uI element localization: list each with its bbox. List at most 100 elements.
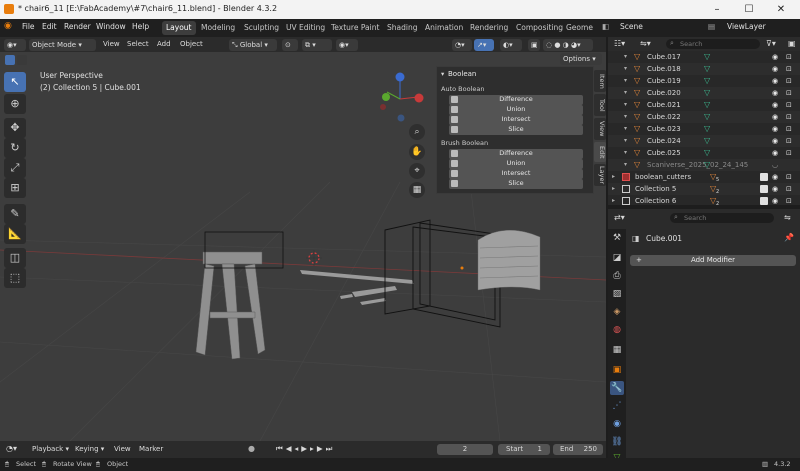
- brush-difference-button[interactable]: Difference: [449, 149, 583, 159]
- outliner-row[interactable]: ▾ ▽ Scaniverse_2025_02_24_145 ▽ ◡: [608, 159, 800, 171]
- timeline-editor-icon[interactable]: ◔▾: [6, 444, 17, 453]
- timeline-menu-playback[interactable]: Playback ▾: [32, 445, 69, 453]
- editor-type-button[interactable]: ◉▾: [4, 38, 26, 51]
- output-tab-icon[interactable]: ⎙: [610, 269, 624, 283]
- blender-menu-icon[interactable]: ◉: [4, 21, 12, 31]
- eye-icon[interactable]: ◉: [772, 99, 778, 111]
- timeline-menu-keying[interactable]: Keying ▾: [75, 445, 104, 453]
- expand-arrow-icon[interactable]: ▾: [624, 123, 627, 135]
- timeline-menu-view[interactable]: View: [114, 445, 131, 453]
- select-box-mode-icon[interactable]: [5, 55, 15, 65]
- camera-view-icon[interactable]: ⌖: [409, 163, 425, 179]
- viewlayer-icon[interactable]: ▤: [708, 22, 715, 31]
- expand-arrow-icon[interactable]: ▾: [624, 111, 627, 123]
- side-tab-view[interactable]: View: [594, 118, 606, 140]
- shading-modes[interactable]: ◌ ● ◑ ◕▾: [543, 38, 593, 51]
- brush-union-button[interactable]: Union: [449, 159, 583, 169]
- side-tab-tool[interactable]: Tool: [594, 94, 606, 116]
- overlay-toggle-icon[interactable]: ◐▾: [500, 38, 522, 51]
- expand-arrow-icon[interactable]: ▸: [612, 183, 615, 195]
- menu-edit[interactable]: Edit: [42, 22, 57, 31]
- menu-help[interactable]: Help: [132, 22, 149, 31]
- side-tab-item[interactable]: Item: [594, 70, 606, 92]
- eye-icon[interactable]: ◉: [772, 111, 778, 123]
- eye-icon[interactable]: ◉: [772, 171, 778, 183]
- world-tab-icon[interactable]: ◍: [610, 323, 624, 337]
- outliner-row[interactable]: ▾ ▽ Cube.023 ▽ ◉ ⊡: [608, 123, 800, 135]
- camera-render-icon[interactable]: ⊡: [786, 195, 792, 207]
- camera-render-icon[interactable]: ⊡: [786, 99, 792, 111]
- slat-meshes[interactable]: [300, 270, 414, 305]
- current-frame-field[interactable]: 2: [437, 444, 493, 455]
- vp-menu-add[interactable]: Add: [157, 40, 171, 48]
- physics-tab-icon[interactable]: ◉: [610, 417, 624, 431]
- tab-layout[interactable]: Layout: [162, 21, 196, 35]
- particles-tab-icon[interactable]: ⋰: [610, 399, 624, 413]
- xray-icon[interactable]: ▣: [528, 38, 540, 51]
- end-frame-field[interactable]: End 250: [553, 444, 603, 455]
- menu-render[interactable]: Render: [64, 22, 91, 31]
- eye-icon[interactable]: ◉: [772, 123, 778, 135]
- add-object-tool-icon[interactable]: ⬚: [4, 268, 26, 288]
- cursor-tool-icon[interactable]: ⊕: [4, 94, 26, 114]
- outliner-search-input[interactable]: ⌕ Search: [666, 39, 760, 49]
- start-frame-field[interactable]: Start 1: [498, 444, 550, 455]
- chair-back-mesh[interactable]: [477, 229, 541, 291]
- visibility-icon[interactable]: ◔▾: [452, 38, 472, 51]
- expand-arrow-icon[interactable]: ▾: [624, 75, 627, 87]
- outliner-row[interactable]: ▾ ▽ Cube.020 ▽ ◉ ⊡: [608, 87, 800, 99]
- maximize-button[interactable]: ☐: [738, 2, 760, 17]
- eye-icon[interactable]: ◉: [772, 63, 778, 75]
- auto-difference-button[interactable]: Difference: [449, 95, 583, 105]
- camera-render-icon[interactable]: ⊡: [786, 135, 792, 147]
- camera-render-icon[interactable]: ⊡: [786, 63, 792, 75]
- auto-slice-button[interactable]: Slice: [449, 125, 583, 135]
- side-tab-edit[interactable]: Edit: [594, 142, 606, 162]
- expand-arrow-icon[interactable]: ▾: [624, 99, 627, 111]
- orientation-selector[interactable]: ⤡ Global ▾: [229, 38, 277, 51]
- menu-window[interactable]: Window: [96, 22, 126, 31]
- tab-geometry-nodes[interactable]: Geome: [562, 21, 597, 35]
- vp-menu-object[interactable]: Object: [180, 40, 203, 48]
- measure-tool-icon[interactable]: 📐: [4, 224, 26, 244]
- camera-render-icon[interactable]: ⊡: [786, 75, 792, 87]
- outliner-row[interactable]: ▾ ▽ Cube.017 ▽ ◉ ⊡: [608, 51, 800, 63]
- rotate-tool-icon[interactable]: ↻: [4, 138, 26, 158]
- panel-collapse-icon[interactable]: ▾: [441, 70, 444, 78]
- object-tab-icon[interactable]: ▣: [610, 363, 624, 377]
- vp-menu-view[interactable]: View: [103, 40, 120, 48]
- move-tool-icon[interactable]: ✥: [4, 118, 26, 138]
- properties-options-icon[interactable]: ⇋: [784, 213, 791, 222]
- outliner-row[interactable]: ▾ ▽ Cube.022 ▽ ◉ ⊡: [608, 111, 800, 123]
- gizmo-toggle-icon[interactable]: ↗▾: [474, 38, 494, 51]
- tab-shading[interactable]: Shading: [383, 21, 421, 35]
- eye-icon[interactable]: ◉: [772, 75, 778, 87]
- add-modifier-button[interactable]: + Add Modifier: [630, 255, 796, 266]
- brush-intersect-button[interactable]: Intersect: [449, 169, 583, 179]
- properties-editor-icon[interactable]: ⇄▾: [614, 213, 625, 222]
- outliner-row[interactable]: ▸ Collection 5 ▽ 2 ◉ ⊡: [608, 183, 800, 195]
- minimize-button[interactable]: –: [706, 2, 728, 17]
- pivot-icon[interactable]: ⊙: [282, 38, 298, 51]
- new-collection-icon[interactable]: ▣: [788, 39, 796, 48]
- constraints-tab-icon[interactable]: ⛓: [610, 435, 624, 449]
- include-checkbox[interactable]: [760, 197, 768, 205]
- outliner-row[interactable]: ▾ ▽ Cube.025 ▽ ◉ ⊡: [608, 147, 800, 159]
- record-icon[interactable]: ●: [248, 444, 255, 453]
- select-extend-mode-icon[interactable]: [17, 55, 27, 65]
- mode-selector[interactable]: Object Mode ▾: [29, 38, 96, 51]
- scene-icon[interactable]: ◧: [602, 22, 609, 31]
- tab-sculpting[interactable]: Sculpting: [240, 21, 283, 35]
- view-layer-tab-icon[interactable]: ▨: [610, 287, 624, 301]
- navigation-gizmo[interactable]: [380, 72, 424, 122]
- modifier-tab-icon[interactable]: 🔧: [610, 381, 624, 395]
- camera-render-icon[interactable]: ⊡: [786, 183, 792, 195]
- eye-icon[interactable]: ◉: [772, 195, 778, 207]
- camera-render-icon[interactable]: ⊡: [786, 51, 792, 63]
- vp-menu-select[interactable]: Select: [127, 40, 149, 48]
- expand-arrow-icon[interactable]: ▾: [624, 147, 627, 159]
- camera-render-icon[interactable]: ⊡: [786, 87, 792, 99]
- eye-icon[interactable]: ◉: [772, 183, 778, 195]
- expand-arrow-icon[interactable]: ▸: [612, 195, 615, 207]
- tab-animation[interactable]: Animation: [421, 21, 467, 35]
